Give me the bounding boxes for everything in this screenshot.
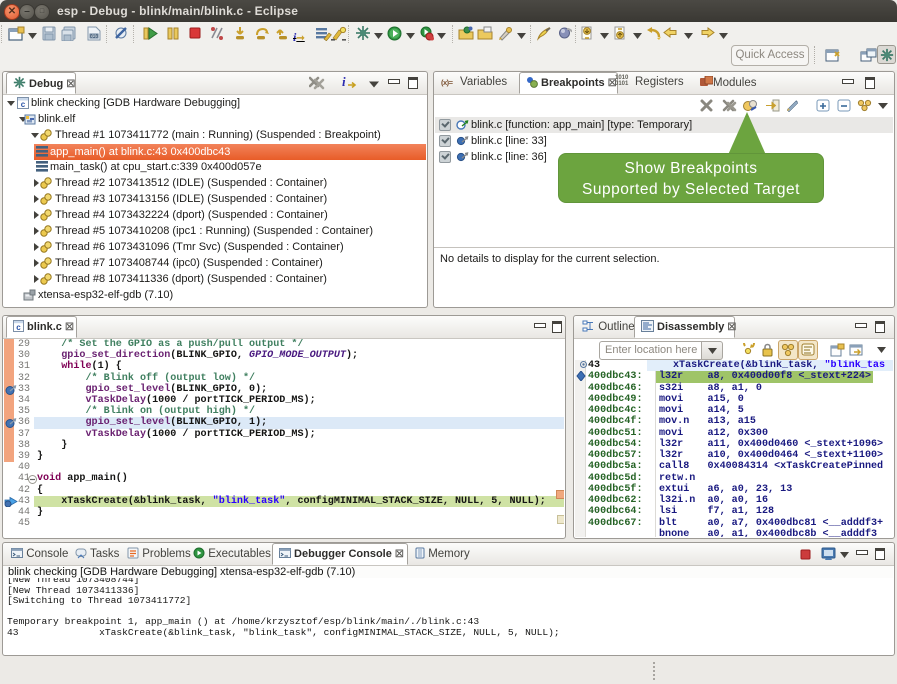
svg-text:c: c — [21, 100, 26, 109]
svg-text:i: i — [342, 75, 346, 89]
svg-text:c: c — [16, 323, 21, 332]
svg-text:010: 010 — [90, 34, 98, 40]
